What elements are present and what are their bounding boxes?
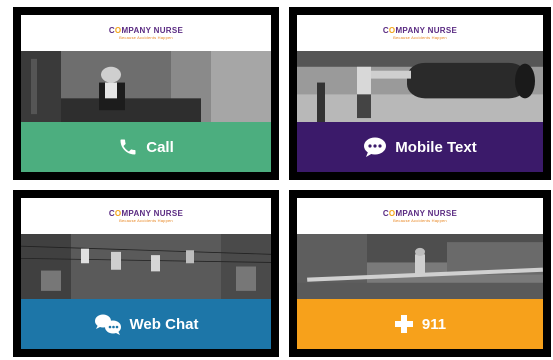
chat-bubble-icon <box>363 137 387 157</box>
web-chat-label: Web Chat <box>129 315 199 333</box>
phone-icon <box>118 137 138 157</box>
web-chat-card[interactable]: COMPANY NURSE Because Accidents Happen W… <box>13 190 279 357</box>
call-button[interactable]: Call <box>21 122 271 172</box>
emergency-911-photo <box>297 234 543 299</box>
emergency-911-card-body: COMPANY NURSE Because Accidents Happen 9… <box>297 198 543 349</box>
mobile-text-label: Mobile Text <box>395 138 477 156</box>
company-nurse-logo: COMPANY NURSE Because Accidents Happen <box>297 15 543 51</box>
web-chat-button[interactable]: Web Chat <box>21 299 271 349</box>
web-chat-photo <box>21 234 271 299</box>
company-nurse-logo: COMPANY NURSE Because Accidents Happen <box>297 198 543 234</box>
mobile-text-card-body: COMPANY NURSE Because Accidents Happen M… <box>297 15 543 172</box>
mobile-text-button[interactable]: Mobile Text <box>297 122 543 172</box>
mobile-text-photo <box>297 51 543 122</box>
call-card-body: COMPANY NURSE Because Accidents Happen C… <box>21 15 271 172</box>
emergency-911-card[interactable]: COMPANY NURSE Because Accidents Happen 9… <box>289 190 551 357</box>
medical-cross-icon <box>394 314 414 334</box>
company-nurse-logo: COMPANY NURSE Because Accidents Happen <box>21 198 271 234</box>
call-label: Call <box>146 138 174 156</box>
call-card[interactable]: COMPANY NURSE Because Accidents Happen C… <box>13 7 279 180</box>
call-photo <box>21 51 271 122</box>
emergency-911-button[interactable]: 911 <box>297 299 543 349</box>
company-nurse-logo: COMPANY NURSE Because Accidents Happen <box>21 15 271 51</box>
web-chat-card-body: COMPANY NURSE Because Accidents Happen W… <box>21 198 271 349</box>
chat-bubbles-icon <box>94 313 122 335</box>
mobile-text-card[interactable]: COMPANY NURSE Because Accidents Happen M… <box>289 7 551 180</box>
emergency-911-label: 911 <box>421 315 447 333</box>
